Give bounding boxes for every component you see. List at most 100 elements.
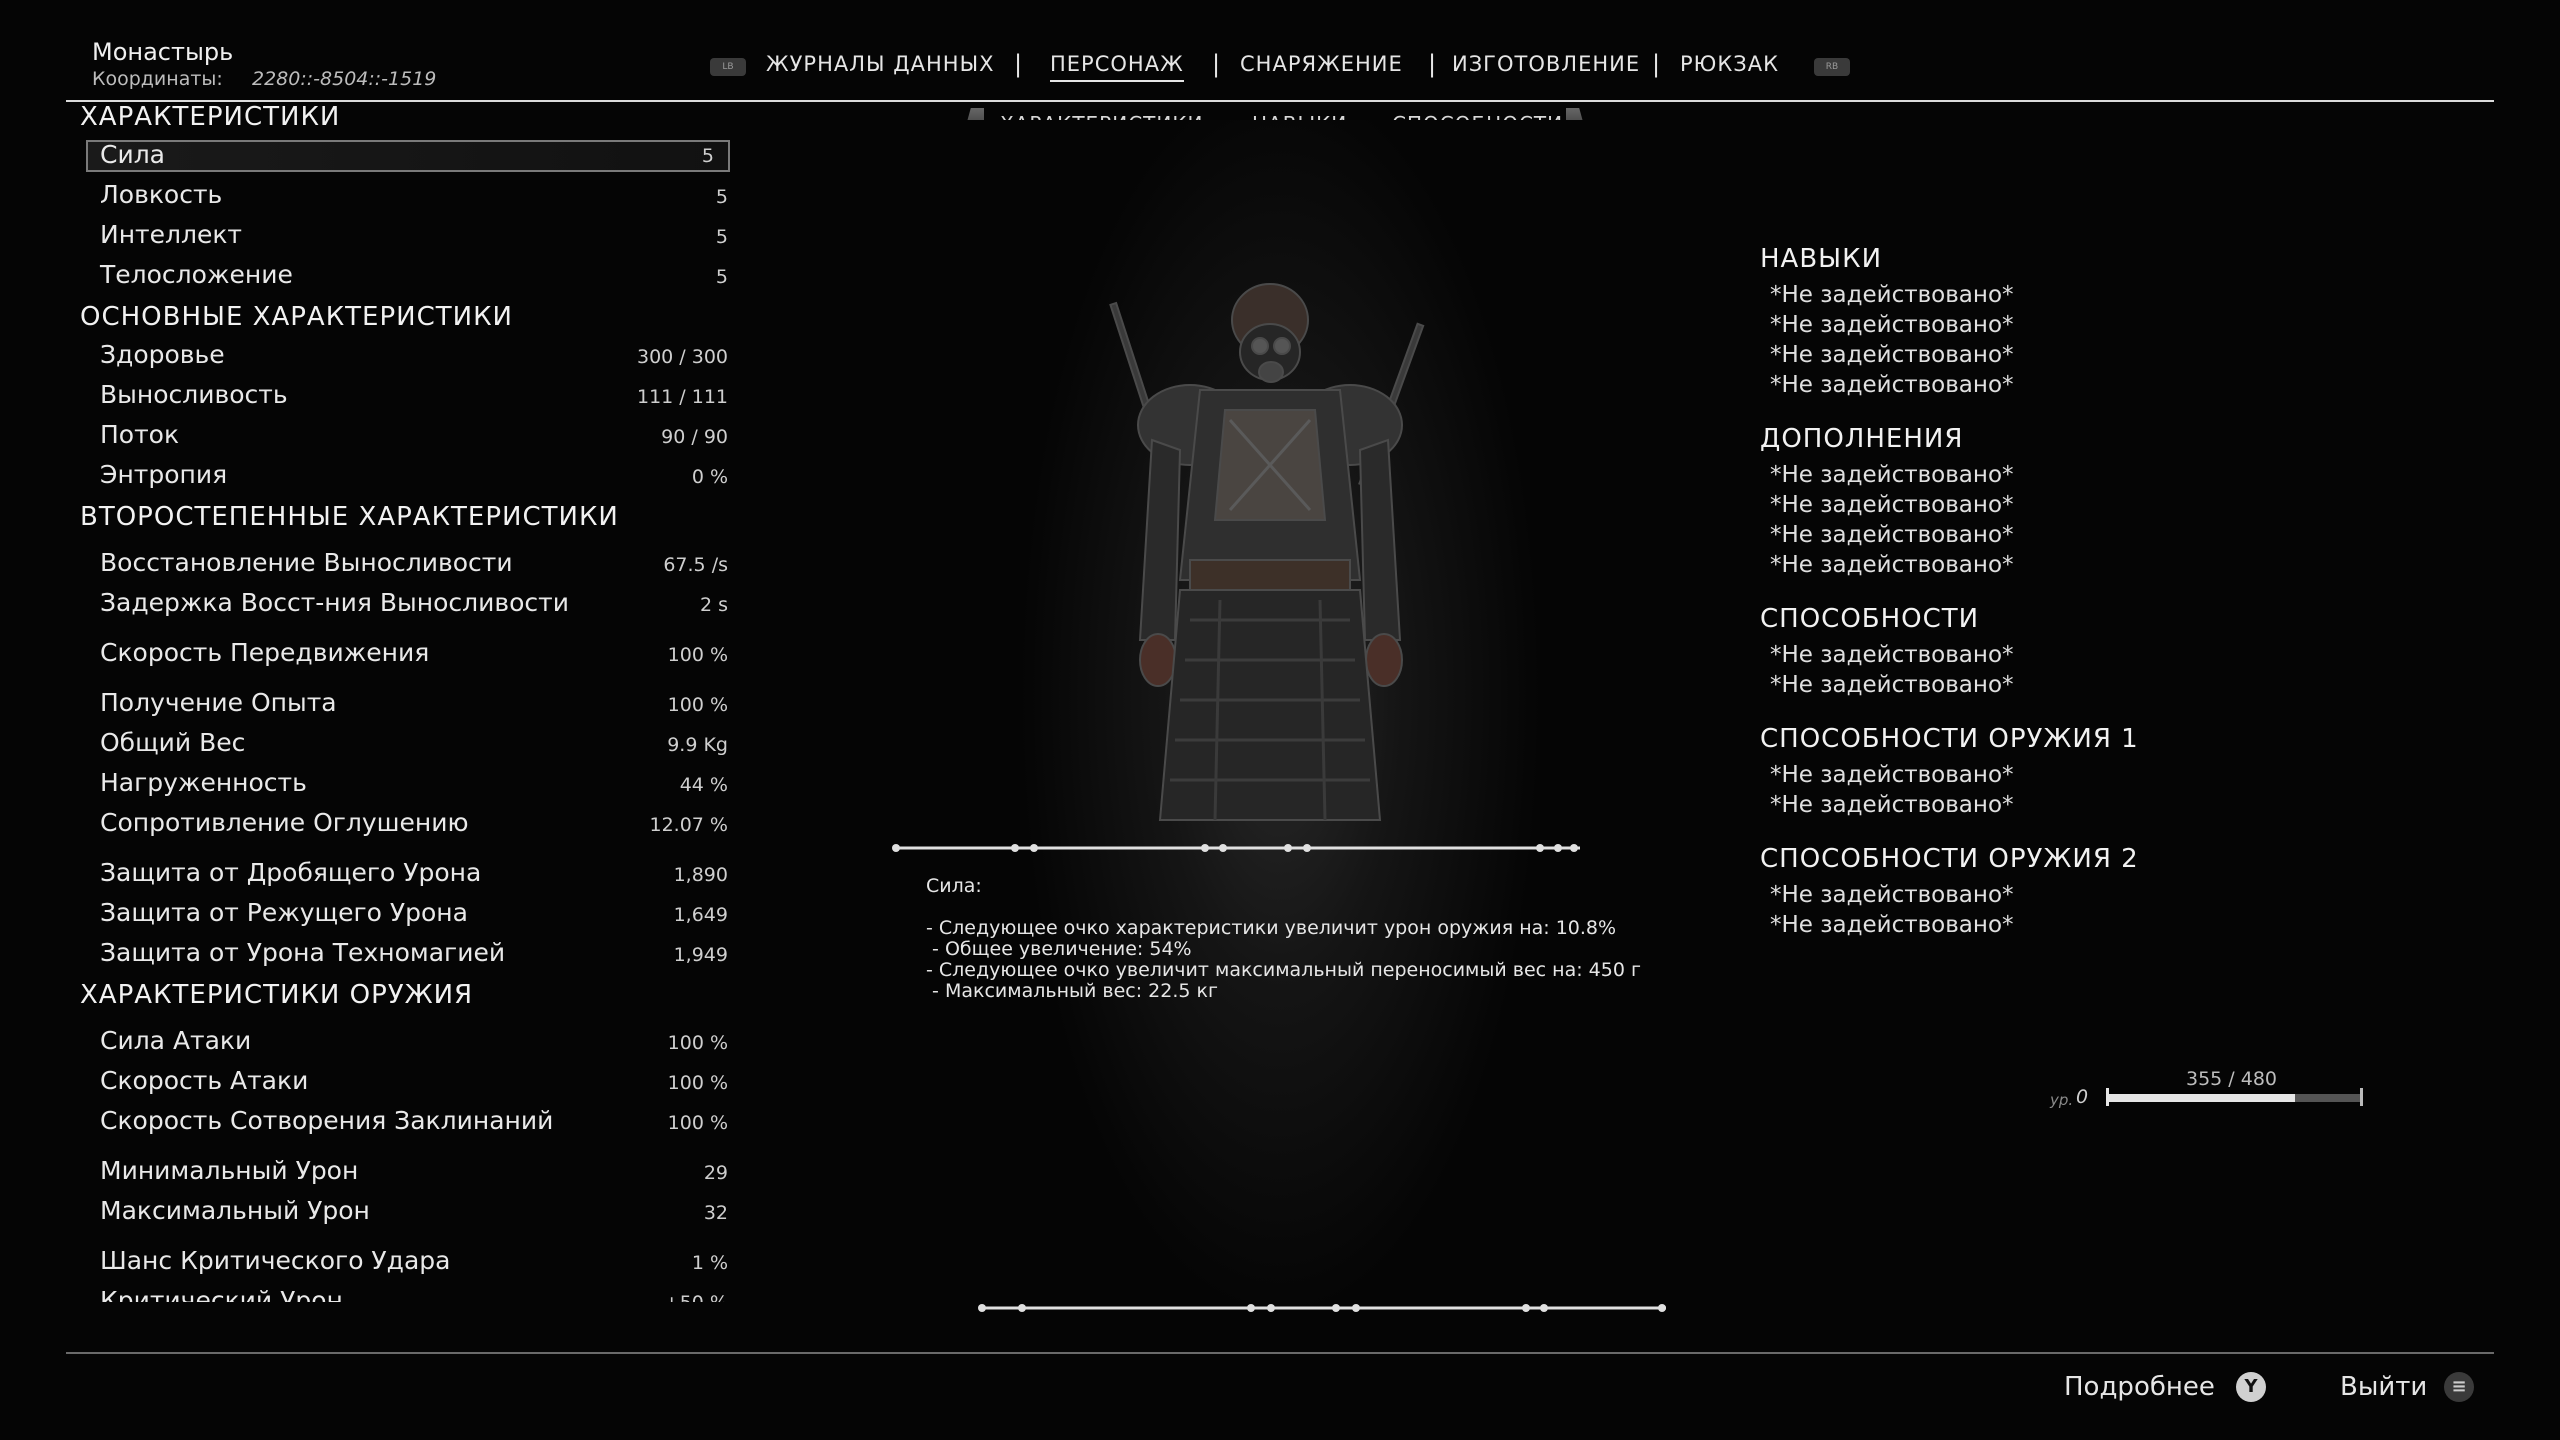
loadout-slot[interactable]: *Не задействовано* [1770,912,2014,938]
stat-label: Шанс Критического Удара [100,1246,451,1275]
xp-bar-fill [2106,1094,2295,1102]
stat-label: Поток [100,420,180,449]
level-label: ур. [2050,1091,2074,1109]
stat-label: Общий Вес [100,728,246,757]
stat-row-stun-resist[interactable]: Сопротивление Оглушению 12.07 % [100,806,728,840]
tab-crafting[interactable]: ИЗГОТОВЛЕНИЕ [1452,52,1640,76]
loadout-slot[interactable]: *Не задействовано* [1770,462,2014,488]
stat-value: 5 [715,226,728,248]
stat-row-stamina-regen[interactable]: Восстановление Выносливости 67.5 /s [100,546,728,580]
stat-value: 5 [715,186,728,208]
stat-label: Максимальный Урон [100,1196,370,1225]
stat-row-load[interactable]: Нагруженность 44 % [100,766,728,800]
xp-bar-cap-right [2360,1088,2363,1106]
stat-row-crit-chance[interactable]: Шанс Критического Удара 1 % [100,1244,728,1278]
stat-value: 100 % [667,644,728,666]
loadout-slot[interactable]: *Не задействовано* [1770,762,2014,788]
stat-label: Защита от Дробящего Урона [100,858,482,887]
section-title-secondary: ВТОРОСТЕПЕННЫЕ ХАРАКТЕРИСТИКИ [80,502,619,532]
loadout-slot[interactable]: *Не задействовано* [1770,672,2014,698]
stat-value: 9.9 Kg [667,734,728,756]
xp-bar-cap-left [2106,1088,2109,1106]
stat-row-move-speed[interactable]: Скорость Передвижения 100 % [100,636,728,670]
left-bumper-icon[interactable]: LB [710,58,746,76]
nav-separator: | [1428,50,1437,78]
exit-label[interactable]: Выйти [2340,1372,2427,1402]
stat-label: Интеллект [100,220,242,249]
stat-value: 1,649 [673,904,728,926]
stat-row-attack-power[interactable]: Сила Атаки 100 % [100,1024,728,1058]
stat-value: 67.5 /s [663,554,728,576]
stat-row-intellect[interactable]: Интеллект 5 [100,218,728,252]
loadout-title-weapon-abilities-2: СПОСОБНОСТИ ОРУЖИЯ 2 [1760,844,2139,874]
stat-value: 90 / 90 [661,426,728,448]
loadout-slot[interactable]: *Не задействовано* [1770,522,2014,548]
stat-label: Телосложение [100,260,293,289]
stat-value: 32 [703,1202,728,1224]
loadout-title-addons: ДОПОЛНЕНИЯ [1760,424,1964,454]
level-value: 0 [2076,1086,2089,1108]
tab-backpack[interactable]: РЮКЗАК [1680,52,1779,76]
details-label[interactable]: Подробнее [2064,1372,2215,1402]
character-model[interactable] [1040,260,1500,850]
stat-row-crit-damage[interactable]: Критический Урон +50 % [100,1284,728,1302]
menu-button-icon[interactable]: ≡ [2444,1372,2474,1402]
loadout-slot[interactable]: *Не задействовано* [1770,312,2014,338]
stat-row-attack-speed[interactable]: Скорость Атаки 100 % [100,1064,728,1098]
loadout-slot[interactable]: *Не задействовано* [1770,642,2014,668]
loadout-slot[interactable]: *Не задействовано* [1770,882,2014,908]
stat-row-stamina[interactable]: Выносливость 111 / 111 [100,378,728,412]
stat-row-min-damage[interactable]: Минимальный Урон 29 [100,1154,728,1188]
stat-value: 100 % [667,1112,728,1134]
xp-text: 355 / 480 [2186,1068,2278,1090]
stat-row-flux[interactable]: Поток 90 / 90 [100,418,728,452]
stats-panel[interactable]: ХАРАКТЕРИСТИКИ Сила 5 Ловкость 5 Интелле… [66,100,746,1302]
stat-row-strength[interactable]: Сила 5 [86,140,730,172]
stat-label: Получение Опыта [100,688,337,717]
stat-row-xp-gain[interactable]: Получение Опыта 100 % [100,686,728,720]
stat-label: Сила Атаки [100,1026,252,1055]
tab-data-logs[interactable]: ЖУРНАЛЫ ДАННЫХ [766,52,995,76]
stat-row-slash-defense[interactable]: Защита от Режущего Урона 1,649 [100,896,728,930]
stat-row-constitution[interactable]: Телосложение 5 [100,258,728,292]
description-line: - Следующее очко характеристики увеличит… [926,917,1617,939]
stat-row-total-weight[interactable]: Общий Вес 9.9 Kg [100,726,728,760]
stat-value: 111 / 111 [636,386,728,408]
stat-value: 44 % [679,774,728,796]
stat-label: Защита от Режущего Урона [100,898,468,927]
tab-character[interactable]: ПЕРСОНАЖ [1050,52,1184,82]
stat-value: 1 % [691,1252,728,1274]
stat-value: +50 % [664,1292,728,1302]
loadout-slot[interactable]: *Не задействовано* [1770,792,2014,818]
stat-label: Восстановление Выносливости [100,548,513,577]
attribute-description: Сила: - Следующее очко характеристики ув… [926,876,1646,1002]
stat-row-blunt-defense[interactable]: Защита от Дробящего Урона 1,890 [100,856,728,890]
right-bumper-icon[interactable]: RB [1814,58,1850,76]
stat-row-max-damage[interactable]: Максимальный Урон 32 [100,1194,728,1228]
stat-label: Сила [100,140,166,169]
stat-label: Скорость Сотворения Заклинаний [100,1106,554,1135]
stat-row-stamina-regen-delay[interactable]: Задержка Восст-ния Выносливости 2 s [100,586,728,620]
stat-label: Здоровье [100,340,225,369]
stat-value: 0 % [691,466,728,488]
loadout-slot[interactable]: *Не задействовано* [1770,552,2014,578]
tab-equipment[interactable]: СНАРЯЖЕНИЕ [1240,52,1403,76]
loadout-slot[interactable]: *Не задействовано* [1770,492,2014,518]
stat-row-agility[interactable]: Ловкость 5 [100,178,728,212]
nav-separator: | [1652,50,1661,78]
loadout-slot[interactable]: *Не задействовано* [1770,342,2014,368]
stat-label: Нагруженность [100,768,307,797]
description-title: Сила: [926,875,982,897]
nav-separator: | [1212,50,1221,78]
section-title-weapon: ХАРАКТЕРИСТИКИ ОРУЖИЯ [80,980,474,1010]
stat-row-technomagic-defense[interactable]: Защита от Урона Техномагией 1,949 [100,936,728,970]
stat-value: 100 % [667,1032,728,1054]
loadout-title-weapon-abilities-1: СПОСОБНОСТИ ОРУЖИЯ 1 [1760,724,2139,754]
stat-row-health[interactable]: Здоровье 300 / 300 [100,338,728,372]
loadout-slot[interactable]: *Не задействовано* [1770,372,2014,398]
stat-row-cast-speed[interactable]: Скорость Сотворения Заклинаний 100 % [100,1104,728,1138]
loadout-slot[interactable]: *Не задействовано* [1770,282,2014,308]
y-button-icon[interactable]: Y [2236,1372,2266,1402]
stat-row-entropy[interactable]: Энтропия 0 % [100,458,728,492]
stat-value: 100 % [667,694,728,716]
